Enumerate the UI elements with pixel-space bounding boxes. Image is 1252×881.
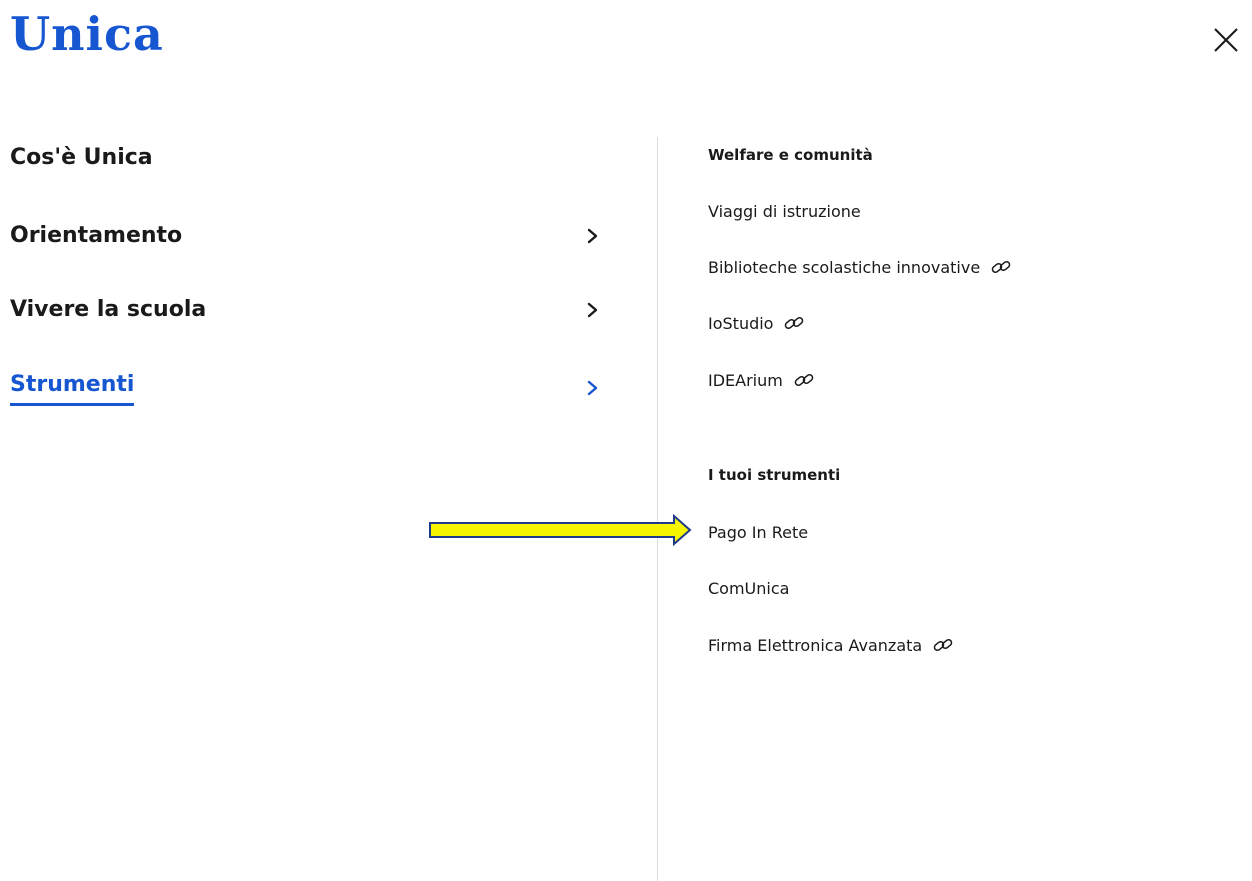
chevron-right-icon	[587, 228, 598, 244]
nav-item-label: Strumenti	[10, 371, 135, 406]
unica-logo[interactable]: Unica	[10, 6, 164, 62]
nav-item-vivere-la-scuola[interactable]: Vivere la scuola	[10, 290, 600, 330]
submenu-item-label: ComUnica	[708, 578, 790, 598]
external-link-icon	[794, 373, 814, 387]
nav-item-strumenti[interactable]: Strumenti	[10, 368, 600, 408]
section-title-welfare: Welfare e comunità	[708, 146, 873, 164]
nav-item-orientamento[interactable]: Orientamento	[10, 216, 600, 256]
nav-item-label: Cos'è Unica	[10, 145, 153, 170]
submenu-item-iostudio[interactable]: IoStudio	[708, 311, 805, 335]
nav-item-label: Vivere la scuola	[10, 297, 207, 322]
nav-item-label: Orientamento	[10, 223, 183, 248]
section-title-tuoi-strumenti: I tuoi strumenti	[708, 466, 841, 484]
submenu-item-viaggi[interactable]: Viaggi di istruzione	[708, 199, 861, 223]
chevron-right-icon	[587, 380, 598, 396]
menu-divider	[657, 137, 658, 881]
external-link-icon	[785, 316, 804, 330]
submenu-item-biblioteche[interactable]: Biblioteche scolastiche innovative	[708, 255, 1012, 279]
submenu-item-label: Viaggi di istruzione	[708, 201, 861, 221]
submenu-item-label: Firma Elettronica Avanzata	[708, 635, 923, 655]
close-button[interactable]	[1208, 22, 1244, 58]
external-link-icon	[933, 638, 953, 652]
submenu-item-label: IDEArium	[708, 370, 783, 390]
submenu-item-firma-elettronica[interactable]: Firma Elettronica Avanzata	[708, 633, 954, 657]
chevron-right-icon	[587, 302, 598, 318]
close-icon	[1214, 28, 1238, 52]
nav-item-cos-e-unica[interactable]: Cos'è Unica	[10, 138, 600, 178]
submenu-item-comunica[interactable]: ComUnica	[708, 576, 789, 600]
external-link-icon	[991, 260, 1011, 274]
submenu-item-idearium[interactable]: IDEArium	[708, 368, 815, 392]
submenu-item-label: IoStudio	[708, 313, 774, 333]
annotation-arrow-icon	[429, 514, 692, 546]
submenu-item-label: Pago In Rete	[708, 522, 809, 542]
submenu-item-label: Biblioteche scolastiche innovative	[708, 257, 981, 277]
submenu-item-pago-in-rete[interactable]: Pago In Rete	[708, 520, 808, 544]
